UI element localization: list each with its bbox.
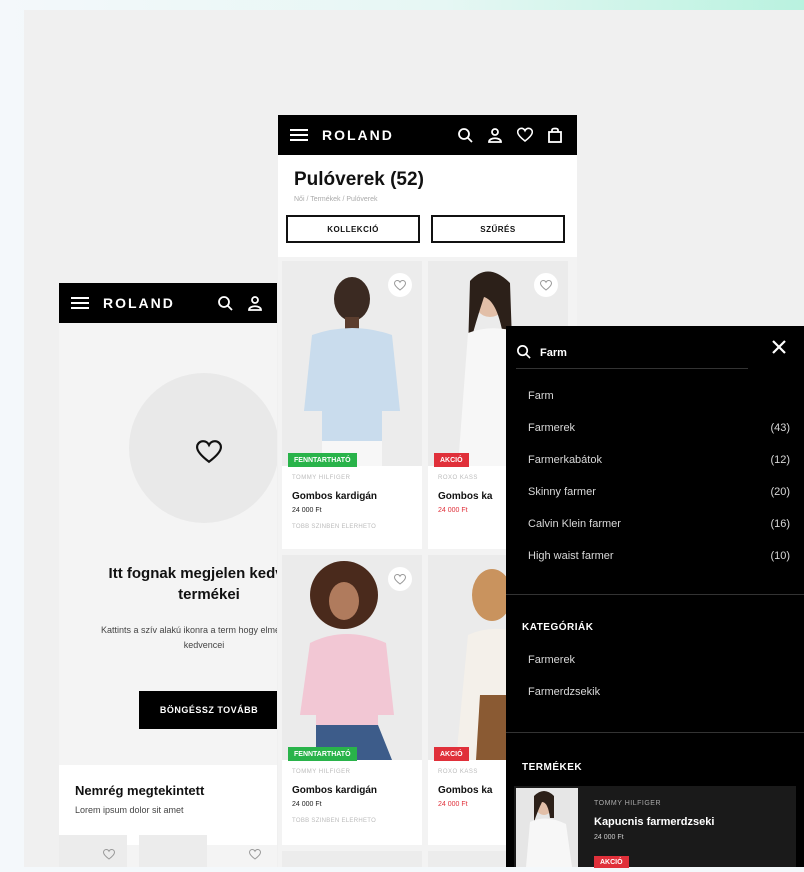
heart-icon[interactable] — [103, 849, 115, 860]
search-suggestion[interactable]: Farm — [528, 390, 790, 402]
user-icon[interactable] — [487, 127, 503, 143]
collection-button[interactable]: KOLLEKCIÓ — [286, 215, 420, 243]
product-card[interactable] — [282, 851, 422, 867]
product-brand: ROXO KASS — [438, 769, 478, 775]
product-price: 24 000 Ft — [292, 507, 322, 514]
product-image[interactable] — [516, 788, 578, 867]
products-title: TERMÉKEK — [522, 762, 583, 773]
search-suggestion[interactable]: Skinny farmer (20) — [528, 486, 790, 498]
search-input[interactable] — [538, 342, 742, 364]
product-price: 24 000 Ft — [438, 507, 468, 514]
page-title: Pulóverek (52) — [294, 169, 424, 190]
sale-badge: AKCIÓ — [594, 856, 629, 868]
recently-viewed-title: Nemrég megtekintett — [75, 783, 205, 798]
product-name[interactable]: Kapucnis farmerdzseki — [594, 816, 714, 828]
close-icon[interactable] — [771, 339, 787, 355]
search-icon — [517, 345, 531, 359]
category-link[interactable]: Farmerdzsekik — [528, 686, 600, 698]
search-suggestion[interactable]: Farmerkabátok (12) — [528, 454, 790, 466]
empty-wishlist-title: Itt fognak megjelen kedvenc termékei — [108, 565, 277, 603]
search-overlay: Farm Farmerek(43) Farmerkabátok(12) Skin… — [506, 326, 804, 868]
divider — [506, 732, 804, 733]
product-name[interactable]: Gombos ka — [438, 491, 492, 502]
product-colors: TOBB SZINBEN ELERHETO — [292, 524, 377, 530]
navbar: ROLAND — [59, 283, 277, 323]
product-brand: ROXO KASS — [438, 475, 478, 481]
product-colors: TOBB SZINBEN ELERHETO — [292, 818, 377, 824]
logo[interactable]: ROLAND — [322, 127, 394, 143]
sustainable-badge: FENNTARTHATÓ — [288, 747, 357, 761]
logo[interactable]: ROLAND — [103, 295, 175, 311]
search-icon[interactable] — [457, 127, 473, 143]
search-product-card[interactable]: TOMMY HILFIGER Kapucnis farmerdzseki 24 … — [514, 786, 796, 868]
product-brand: TOMMY HILFIGER — [292, 475, 351, 481]
category-link[interactable]: Farmerek — [528, 654, 575, 666]
heart-icon[interactable] — [249, 849, 261, 860]
product-card[interactable]: FENNTARTHATÓ TOMMY HILFIGER Gombos kardi… — [282, 261, 422, 549]
heart-icon — [196, 440, 222, 464]
wishlist-toggle[interactable] — [388, 567, 412, 591]
heart-icon — [394, 279, 406, 291]
empty-wishlist-text: Kattints a szív alakú ikonra a term hogy… — [100, 625, 277, 650]
search-suggestion[interactable]: Farmerek (43) — [528, 422, 790, 434]
navbar: ROLAND — [278, 115, 577, 155]
breadcrumb[interactable]: Női / Termékek / Pulóverek — [294, 196, 378, 203]
recent-product-card[interactable] — [139, 835, 207, 867]
heart-icon[interactable] — [517, 127, 533, 143]
recently-viewed-subtitle: Lorem ipsum dolor sit amet — [75, 805, 184, 815]
search-suggestion[interactable]: Calvin Klein farmer (16) — [528, 518, 790, 530]
divider — [506, 594, 804, 595]
sustainable-badge: FENNTARTHATÓ — [288, 453, 357, 467]
wishlist-toggle[interactable] — [534, 273, 558, 297]
wishlist-toggle[interactable] — [388, 273, 412, 297]
wishlist-screen: ROLAND Itt fognak megjelen kedvenc termé… — [59, 283, 277, 867]
sale-badge: AKCIÓ — [434, 453, 469, 467]
model-photo — [516, 788, 578, 867]
heart-icon — [540, 279, 552, 291]
recent-product-card[interactable] — [59, 835, 127, 867]
filter-button[interactable]: SZŰRÉS — [431, 215, 565, 243]
product-price: 24 000 Ft — [438, 801, 468, 808]
categories-title: KATEGÓRIÁK — [522, 622, 594, 633]
product-name[interactable]: Gombos ka — [438, 785, 492, 796]
heart-icon — [394, 573, 406, 585]
listing-header: Pulóverek (52) Női / Termékek / Pulóvere… — [278, 155, 577, 257]
bag-icon[interactable] — [547, 127, 563, 143]
product-brand: TOMMY HILFIGER — [594, 800, 662, 807]
product-price: 24 000 Ft — [292, 801, 322, 808]
menu-icon[interactable] — [290, 129, 308, 141]
search-suggestion[interactable]: High waist farmer (10) — [528, 550, 790, 562]
menu-icon[interactable] — [71, 297, 89, 309]
product-name[interactable]: Gombos kardigán — [292, 491, 377, 502]
product-brand: TOMMY HILFIGER — [292, 769, 351, 775]
search-icon[interactable] — [217, 295, 233, 311]
product-card[interactable]: FENNTARTHATÓ TOMMY HILFIGER Gombos kardi… — [282, 555, 422, 845]
user-icon[interactable] — [247, 295, 263, 311]
product-price: 24 000 Ft — [594, 834, 624, 841]
search-bar[interactable] — [516, 340, 748, 369]
browse-button[interactable]: BÖNGÉSSZ TOVÁBB — [139, 691, 277, 729]
sale-badge: AKCIÓ — [434, 747, 469, 761]
recently-viewed-section: Nemrég megtekintett Lorem ipsum dolor si… — [59, 765, 277, 845]
product-name[interactable]: Gombos kardigán — [292, 785, 377, 796]
